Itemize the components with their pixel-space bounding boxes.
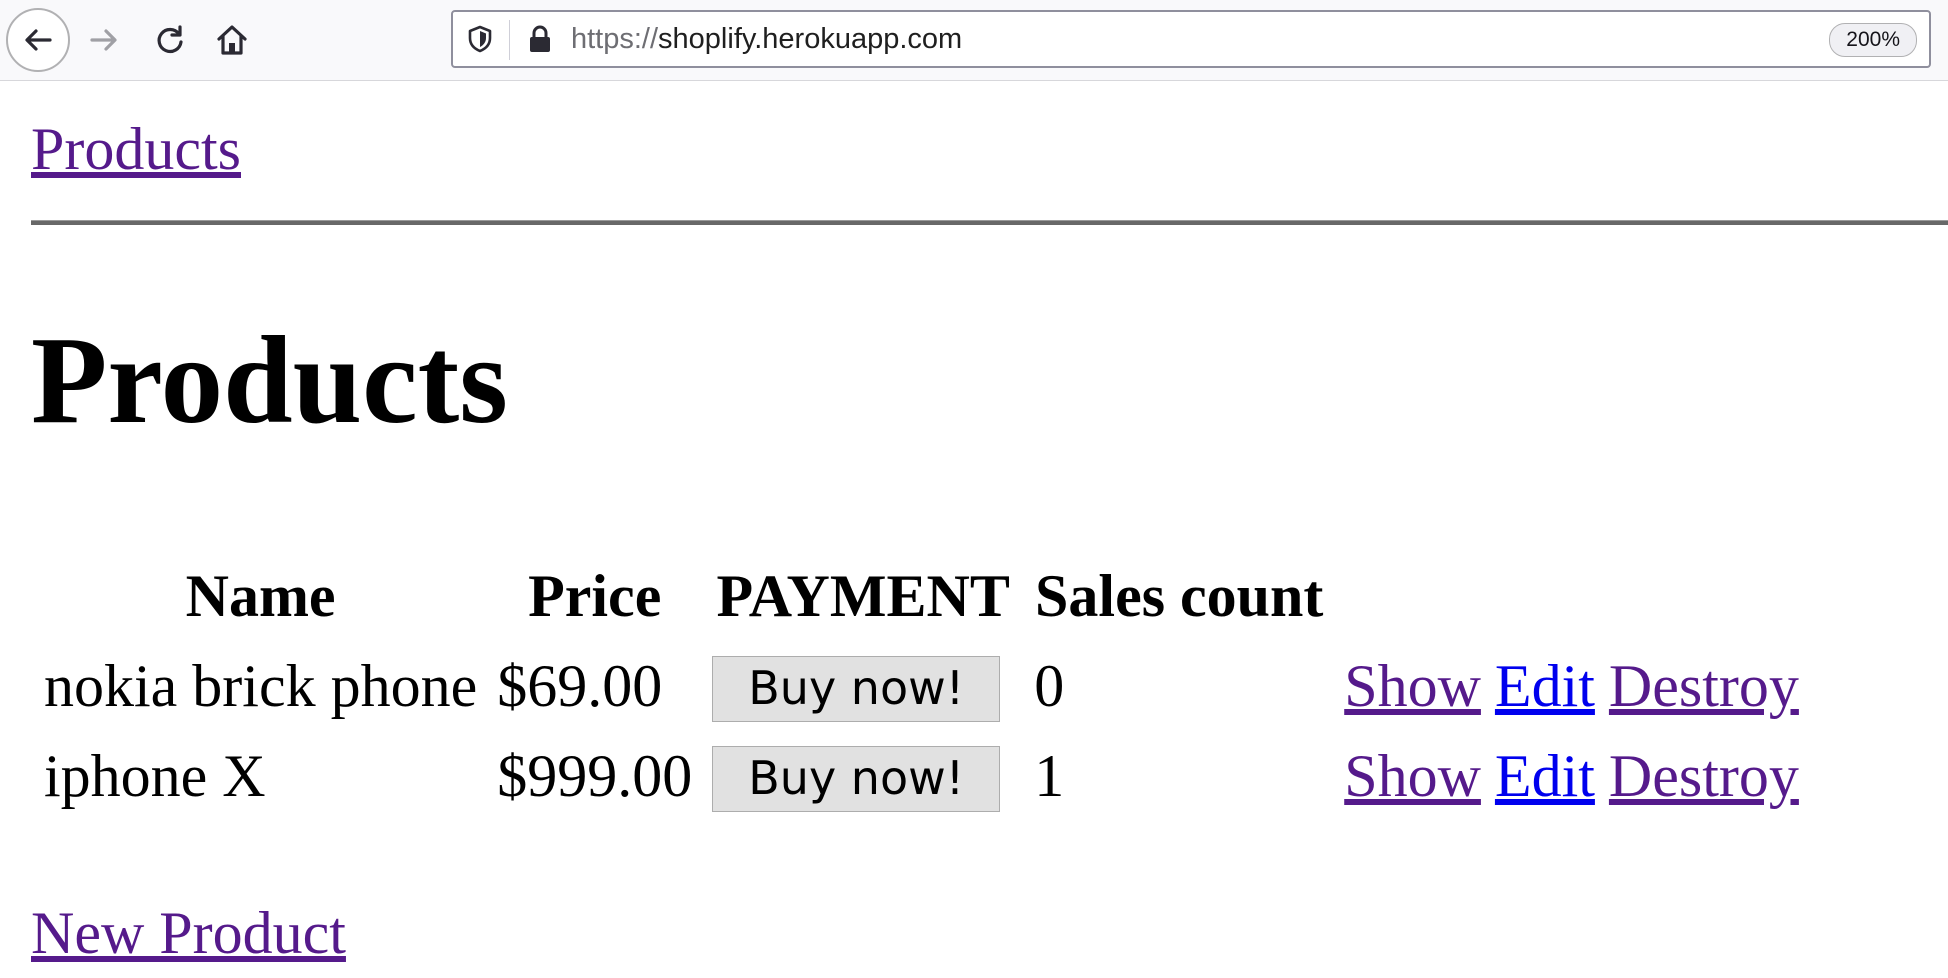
home-button[interactable]	[200, 8, 264, 72]
table-row: iphone X $999.00 Buy now! 1 Show Edit Dest…	[38, 731, 1805, 821]
product-price: $69.00	[497, 652, 663, 719]
destroy-link[interactable]: Destroy	[1609, 653, 1799, 719]
reload-icon	[157, 25, 183, 54]
show-link[interactable]: Show	[1344, 743, 1481, 809]
page-content: Products Products Name Price PAYMENT Sal…	[0, 81, 1948, 978]
back-button[interactable]	[6, 8, 70, 72]
url-text[interactable]: https://shoplify.herokuapp.com	[571, 12, 962, 66]
products-table: Name Price PAYMENT Sales count nokia bri…	[30, 551, 1813, 821]
product-name: iphone X	[44, 742, 266, 809]
product-sales-count: 0	[1034, 652, 1065, 719]
actions-cell: Show Edit Destroy	[1338, 731, 1805, 821]
forward-button[interactable]	[72, 8, 136, 72]
new-product-link[interactable]: New Product	[31, 899, 346, 968]
reload-button[interactable]	[138, 8, 202, 72]
lock-icon[interactable]	[525, 24, 555, 54]
column-header-sales-count: Sales count	[1035, 562, 1324, 629]
forward-arrow-icon	[90, 29, 117, 51]
products-nav-link[interactable]: Products	[31, 115, 241, 184]
browser-toolbar: https://shoplify.herokuapp.com 200%	[0, 0, 1948, 81]
actions-cell: Show Edit Destroy	[1338, 641, 1805, 731]
destroy-link[interactable]: Destroy	[1609, 743, 1799, 809]
home-icon	[217, 25, 247, 55]
horizontal-rule	[31, 220, 1948, 225]
table-header-row: Name Price PAYMENT Sales count	[38, 551, 1805, 641]
product-sales-count: 1	[1034, 742, 1065, 809]
url-scheme: https://	[571, 23, 659, 55]
payment-cell: Buy now!	[706, 731, 1020, 821]
column-header-price: Price	[528, 562, 662, 629]
page-title: Products	[31, 312, 508, 450]
shield-icon[interactable]	[465, 24, 495, 54]
edit-link[interactable]: Edit	[1495, 743, 1595, 809]
column-header-payment: PAYMENT	[716, 562, 1010, 629]
edit-link[interactable]: Edit	[1495, 653, 1595, 719]
column-header-actions	[1338, 551, 1805, 641]
show-link[interactable]: Show	[1344, 653, 1481, 719]
buy-now-button[interactable]: Buy now!	[712, 656, 1001, 722]
buy-now-button[interactable]: Buy now!	[712, 746, 1001, 812]
product-price: $999.00	[497, 742, 693, 809]
url-host: shoplify.herokuapp.com	[658, 23, 963, 55]
table-row: nokia brick phone $69.00 Buy now! 0 Show…	[38, 641, 1805, 731]
address-bar[interactable]: https://shoplify.herokuapp.com 200%	[451, 10, 1931, 68]
column-header-name: Name	[185, 562, 336, 629]
payment-cell: Buy now!	[706, 641, 1020, 731]
zoom-level-button[interactable]: 200%	[1829, 23, 1917, 57]
back-arrow-icon	[25, 29, 52, 51]
urlbar-separator	[509, 20, 510, 60]
product-name: nokia brick phone	[44, 652, 478, 719]
